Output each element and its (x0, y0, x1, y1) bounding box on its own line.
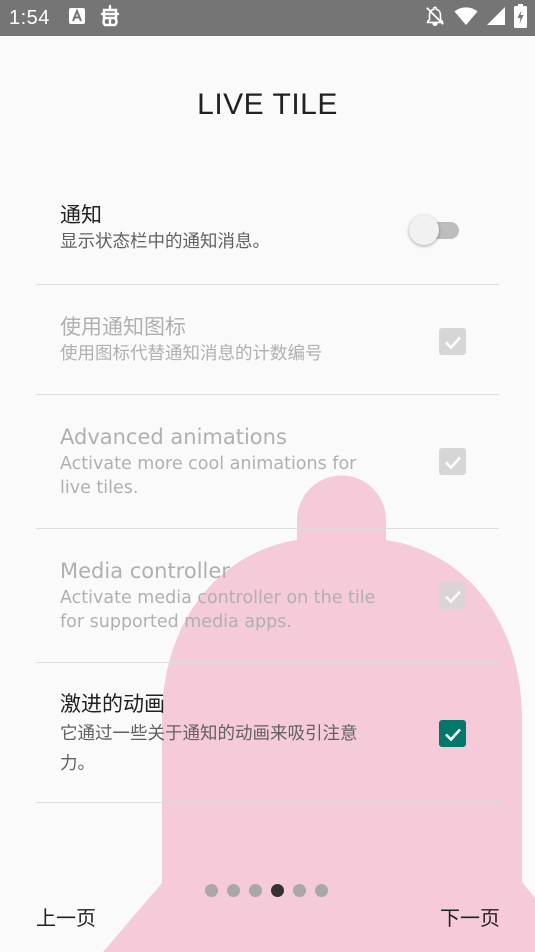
cellular-signal-icon (486, 6, 506, 30)
status-time: 1:54 (9, 6, 50, 29)
setting-advanced-animations[interactable]: Advanced animations Activate more cool a… (36, 395, 499, 529)
setting-use-notification-icon[interactable]: 使用通知图标 使用图标代替通知消息的计数编号 (36, 285, 499, 395)
use-notification-icon-checkbox[interactable] (439, 328, 466, 355)
next-page-button[interactable]: 下一页 (440, 902, 500, 931)
switch-thumb (409, 215, 439, 245)
page-dot-active (271, 884, 284, 897)
aggressive-animation-checkbox[interactable] (439, 720, 466, 747)
setting-title: 使用通知图标 (60, 315, 186, 339)
setting-summary: Activate more cool animations for live t… (60, 454, 357, 498)
previous-page-button[interactable]: 上一页 (36, 902, 96, 931)
advanced-animations-checkbox[interactable] (439, 448, 466, 475)
setting-media-controller[interactable]: Media controller Activate media controll… (36, 529, 499, 663)
media-controller-checkbox[interactable] (439, 582, 466, 609)
page-dot (227, 884, 240, 897)
page-dot (293, 884, 306, 897)
checkmark-icon (444, 336, 461, 349)
setting-title: Media controller (60, 559, 230, 583)
page-dot (249, 884, 262, 897)
bug-icon (98, 4, 122, 32)
font-download-icon (68, 7, 86, 29)
wifi-icon (454, 6, 478, 30)
setting-summary: Activate media controller on the tile fo… (60, 588, 376, 632)
page-dot (205, 884, 218, 897)
page-indicator (205, 884, 328, 897)
notifications-switch[interactable] (409, 212, 461, 246)
checkmark-icon (444, 590, 461, 603)
page-dot (315, 884, 328, 897)
setting-title: Advanced animations (60, 425, 287, 449)
checkmark-icon (444, 456, 461, 469)
setting-aggressive-animation[interactable]: 激进的动画 它通过一些关于通知的动画来吸引注意力。 (36, 663, 499, 803)
setting-summary: 显示状态栏中的通知消息。 (60, 232, 270, 252)
setting-summary: 使用图标代替通知消息的计数编号 (60, 344, 323, 364)
page-title: LIVE TILE (197, 88, 338, 121)
setting-summary: 它通过一些关于通知的动画来吸引注意力。 (60, 724, 358, 774)
notifications-off-icon (424, 5, 446, 31)
setting-notifications[interactable]: 通知 显示状态栏中的通知消息。 (36, 170, 499, 285)
system-icons (424, 0, 527, 36)
setting-title: 激进的动画 (60, 692, 165, 716)
status-bar: 1:54 (0, 0, 535, 36)
setting-title: 通知 (60, 203, 102, 227)
checkmark-icon (444, 728, 461, 741)
settings-list: 通知 显示状态栏中的通知消息。 使用通知图标 使用图标代替通知消息的计数编号 A… (36, 170, 499, 803)
notification-icons (68, 4, 122, 32)
battery-charging-icon (514, 4, 527, 32)
